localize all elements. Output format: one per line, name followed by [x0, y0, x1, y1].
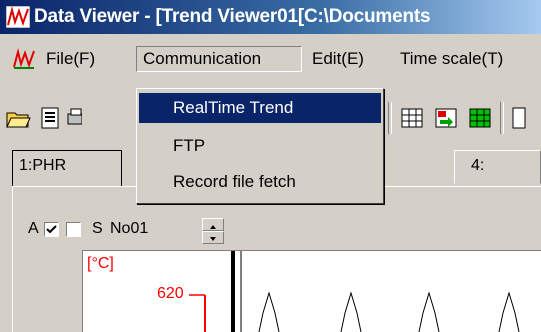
document-trend-icon[interactable]: [12, 48, 36, 70]
plot-lines: [189, 251, 520, 332]
app-trend-icon: [6, 6, 30, 28]
channel-spinner[interactable]: [202, 218, 224, 244]
trend-waveform: [418, 291, 440, 332]
tab-label: 4:: [471, 157, 485, 174]
document-icon[interactable]: [36, 104, 64, 132]
export-grid-icon[interactable]: [432, 104, 460, 132]
menu-item-record-file-fetch[interactable]: Record file fetch: [139, 167, 381, 197]
communication-dropdown: RealTime Trend FTP Record file fetch: [136, 88, 384, 204]
window-title: Data Viewer - [Trend Viewer01[C:\Documen…: [34, 6, 431, 27]
a-checkbox[interactable]: [44, 222, 59, 237]
print-icon[interactable]: [66, 104, 82, 132]
toolbar-separator: [500, 102, 504, 134]
trend-plot: [°C] 620: [82, 250, 541, 332]
spin-up-button[interactable]: [202, 218, 224, 231]
a-label: A: [28, 220, 39, 237]
tab-label: 1:PHR: [19, 157, 67, 174]
trend-waveform: [340, 291, 362, 332]
menu-file[interactable]: File(F): [40, 46, 101, 72]
title-bar: Data Viewer - [Trend Viewer01[C:\Documen…: [0, 0, 541, 34]
tab-4[interactable]: 4:: [454, 150, 541, 184]
grid-view-icon[interactable]: [398, 104, 426, 132]
open-folder-icon[interactable]: [4, 104, 32, 132]
toolbar-separator: [388, 102, 392, 134]
menu-time-scale[interactable]: Time scale(T): [394, 46, 509, 72]
trend-waveform: [258, 291, 280, 332]
checkmark-icon: [46, 225, 57, 234]
plot-divider: [231, 251, 235, 332]
menu-item-realtime-trend[interactable]: RealTime Trend: [139, 93, 381, 123]
menu-communication[interactable]: Communication: [136, 46, 302, 72]
s-checkbox[interactable]: [66, 222, 81, 237]
channel-value: No01: [110, 220, 149, 237]
trend-waveform: [498, 291, 520, 332]
spin-down-button[interactable]: [202, 231, 224, 244]
menu-edit[interactable]: Edit(E): [306, 46, 370, 72]
menu-bar: File(F) Communication Edit(E) Time scale…: [0, 34, 541, 72]
table-grid-icon[interactable]: [466, 104, 494, 132]
s-label: S: [92, 220, 103, 237]
arrow-down-icon: [210, 237, 216, 241]
menu-item-ftp[interactable]: FTP: [139, 131, 381, 161]
tab-1-phr[interactable]: 1:PHR: [12, 150, 122, 186]
toolbar-tool-icon[interactable]: [508, 104, 536, 132]
